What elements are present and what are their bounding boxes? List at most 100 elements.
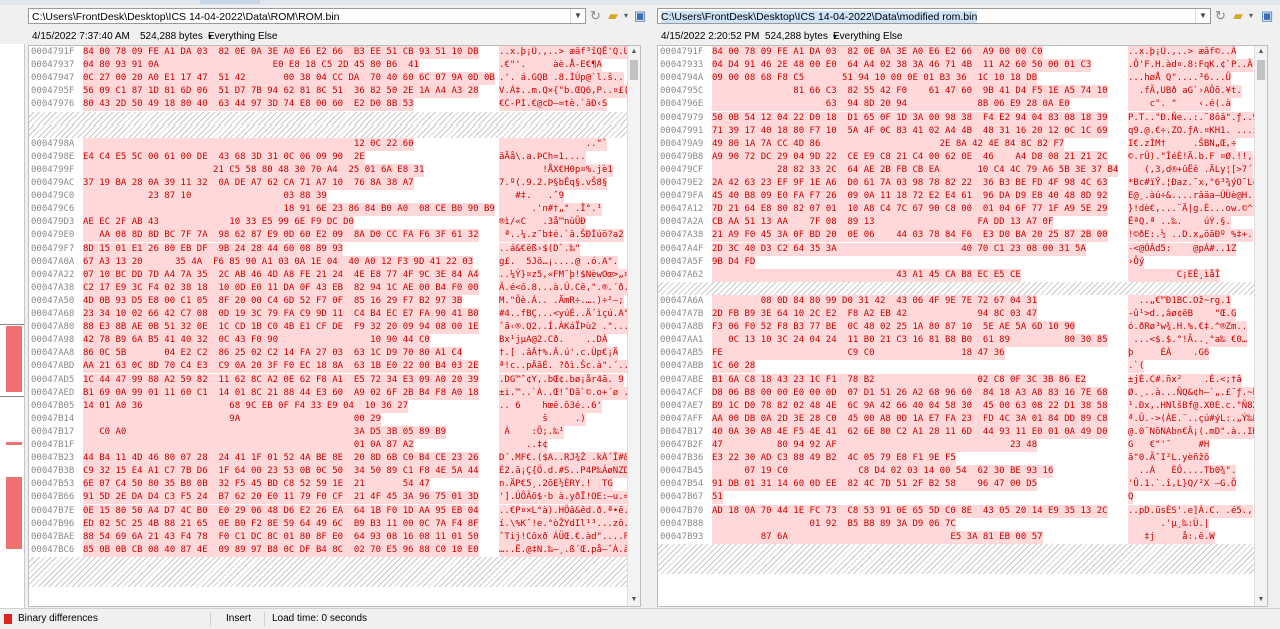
hex-row[interactable]: 00047B88 01 92 B5 B8 89 3A D9 06 7C .'µ¸… — [658, 517, 1255, 531]
row-bytes[interactable]: C9 32 15 E4 A1 C7 7B D6 1F 64 00 23 53 0… — [83, 465, 479, 479]
chevron-down-icon[interactable]: ▼ — [570, 9, 585, 23]
right-path-field[interactable]: C:\Users\FrontDesk\Desktop\ICS 14-04-202… — [657, 8, 1211, 24]
row-ascii[interactable]: ‡j å:.ë.W — [1128, 530, 1215, 544]
overview-gutter[interactable] — [0, 44, 25, 612]
row-ascii[interactable]: D´.MF€.($A..RJ¾Ž .kÀ´Î#& — [499, 452, 630, 466]
row-ascii[interactable]: ..¼Ý}¤z5,«FM¨þ!$NèwOœ>„¤ — [499, 268, 630, 282]
row-ascii[interactable]: š .) — [499, 412, 586, 426]
row-bytes[interactable]: 88 E3 8B AE 0B 51 32 0E 1C CD 1B C0 4B E… — [83, 321, 479, 335]
gutter-diff-block[interactable] — [6, 326, 22, 392]
row-ascii[interactable]: À :Õ;.‰¹ — [499, 425, 565, 439]
row-ascii[interactable]: .. 6 hœë.ô3é..6' — [499, 399, 602, 413]
hex-row[interactable]: 00047BC6 85 0B 0B CB 08 40 87 4E 09 89 97… — [29, 543, 630, 557]
row-ascii[interactable]: V.Á‡..m.Q×{"b.ŒQ6‚P..¤£( — [499, 85, 630, 99]
row-bytes[interactable]: 67 A3 13 20 35 4A F6 85 90 A1 03 0A 1E 0… — [83, 255, 474, 269]
row-bytes[interactable]: AD 18 0A 70 44 1E FC 73 C8 53 91 0E 65 5… — [712, 504, 1108, 518]
row-bytes[interactable]: 91 DB 01 31 14 60 0D EE 82 4C 7D 51 2F B… — [712, 478, 1038, 492]
row-bytes[interactable]: 01 92 B5 B8 89 3A D9 06 7C — [712, 517, 956, 531]
hex-row[interactable]: 00047A68 23 34 10 02 66 42 C7 08 0D 19 3C… — [29, 308, 630, 321]
hex-row[interactable]: 00047A4F 2D 3C 40 D3 C2 64 35 3A 40 70 C1… — [658, 242, 1255, 256]
row-ascii[interactable]: P.T.."Ð.Ñe..:.˜8ôâ".ƒ..9 — [1128, 111, 1259, 125]
row-bytes[interactable]: 88 54 69 6A 21 43 F4 78 F0 C1 DC 8C 01 8… — [83, 530, 479, 544]
scroll-up-icon[interactable]: ▲ — [1255, 46, 1267, 58]
chevron-down-icon[interactable]: ▼ — [1195, 9, 1210, 23]
hex-row[interactable]: 00047B23 44 B4 11 4D 46 80 07 28 24 41 1F… — [29, 452, 630, 466]
hex-row[interactable]: 00047AE7 B9 1C D0 78 82 02 48 4E 6C 9A 42… — [658, 399, 1259, 413]
open-folder-icon[interactable]: ▰ — [1233, 8, 1243, 24]
row-bytes[interactable]: 56 09 C1 87 1D 81 6D 06 51 D7 7B 94 62 8… — [83, 85, 479, 99]
hex-row[interactable]: 00047A2A CB AA 51 13 AA 7F 08 89 13 FA DD… — [658, 216, 1255, 230]
row-ascii[interactable]: ª!c..pÄãÉ. ?ðì.Šc.à".´.. — [499, 360, 630, 374]
hex-row[interactable]: 0004791F 84 00 78 09 FE A1 DA 03 82 0E 0A… — [29, 46, 630, 59]
hex-row[interactable]: 000479AC 37 19 BA 28 0A 39 11 32 0A DE A7… — [29, 177, 628, 190]
open-folder-icon[interactable]: ▰ — [608, 8, 618, 24]
hex-row[interactable]: 00047B05 14 01 A0 36 68 9C EB 0F F4 33 E9… — [29, 399, 628, 413]
row-bytes[interactable]: 9B D4 FD — [712, 255, 756, 269]
hex-row[interactable]: 00047A98 42 78 B9 6A B5 41 40 32 0C 43 F0… — [29, 334, 628, 348]
hex-row[interactable]: 00047A0A 67 A3 13 20 35 4A F6 85 90 A1 03… — [29, 255, 628, 269]
row-ascii[interactable]: !ÅX€H0p¤%.jè1 — [499, 163, 613, 177]
scroll-down-icon[interactable]: ▼ — [1255, 594, 1267, 606]
row-bytes[interactable]: 0C 27 00 20 A0 E1 17 47 51 42 00 38 04 C… — [83, 72, 495, 86]
row-ascii[interactable]: …..Ë.@‡N.‰—¸.ß´Œ.på–ˆÀ.à — [499, 543, 630, 557]
row-bytes[interactable]: 1C 60 28 — [712, 360, 756, 374]
row-ascii[interactable]: ..‡¢ — [499, 439, 548, 452]
row-ascii[interactable]: I€.zÌM† .ŠBN„Œ‚÷ — [1128, 137, 1237, 151]
row-bytes[interactable]: 1C 44 47 99 88 A2 59 82 11 62 8C A2 0E 6… — [83, 373, 479, 387]
hex-row[interactable]: 00047B70 AD 18 0A 70 44 1E FC 73 C8 53 91… — [658, 504, 1255, 518]
row-ascii[interactable]: ˆTij!Côxð ÁÜŒ.€.àd"....P — [499, 530, 630, 544]
scroll-down-icon[interactable]: ▼ — [628, 594, 640, 606]
row-bytes[interactable]: 87 6A E5 3A 81 EB 00 57 — [712, 530, 1043, 544]
hex-row[interactable]: 000479F7 8D 15 01 E1 26 80 EB DF 9B 24 28… — [29, 242, 628, 256]
scrollbar-thumb[interactable] — [1257, 60, 1265, 80]
save-icon[interactable]: ▣ — [634, 8, 646, 24]
row-ascii[interactable]: Ø.¸..à...ÑQ&¢h–`„.£¨ƒ.~h — [1128, 386, 1259, 400]
hex-row[interactable]: 00047A12 7D 21 64 E8 80 82 07 01 10 A8 C4… — [658, 203, 1259, 217]
hex-row[interactable]: 00047976 80 43 2D 50 49 18 80 40 63 44 97… — [29, 98, 628, 112]
row-bytes[interactable]: 07 10 BC DD 7D A4 7A 35 2C AB 46 4D A8 F… — [83, 268, 479, 282]
hex-row[interactable]: 00047979 50 0B 54 12 04 22 D0 18 D1 65 0F… — [658, 111, 1259, 125]
hex-row[interactable]: 00047AFF AA 00 DB 0A 2D 3E 28 C0 45 00 A8… — [658, 412, 1259, 426]
gutter-diff-block[interactable] — [6, 442, 22, 445]
row-ascii[interactable]: q9.@.€÷.ZO.ƒA.¤KH1. ...i — [1128, 124, 1259, 138]
row-bytes[interactable]: ED 02 5C 25 4B 88 21 65 0E B0 F2 8E 59 6… — [83, 517, 479, 531]
row-bytes[interactable]: 86 0C 5B 04 E2 C2 86 25 02 C2 14 FA 27 0… — [83, 347, 463, 361]
row-bytes[interactable]: 8D 15 01 E1 26 80 EB DF 9B 24 28 44 60 0… — [83, 242, 344, 256]
row-bytes[interactable]: 45 40 B8 09 E0 FA F7 26 09 0A 11 18 72 E… — [712, 190, 1108, 204]
row-bytes[interactable]: 23 87 10 03 88 39 — [83, 190, 327, 204]
row-bytes[interactable]: 04 D4 91 46 2E 48 00 E0 64 A4 02 38 3A 4… — [712, 59, 1092, 73]
row-bytes[interactable]: 51 — [712, 491, 723, 505]
hex-row[interactable]: 00047A50 4D 0B 93 D5 E8 00 C1 05 8F 20 00… — [29, 294, 628, 308]
row-ascii[interactable]: É2.ä¡Ç{Ö.d.#S..P4P‰ÁøNZD — [499, 465, 630, 479]
row-bytes[interactable]: 2D FB B9 3E 64 10 2C E2 F8 A2 EB 42 94 8… — [712, 308, 1038, 321]
row-ascii[interactable]: ËªQ.ª ..‰. úÝ.§. — [1128, 216, 1231, 230]
row-ascii[interactable]: ã"0.ÃˆI²L.yèñžõ — [1128, 452, 1210, 466]
row-ascii[interactable]: ..„€™Ð1BC.Ož~rg.1 — [1128, 294, 1231, 308]
hex-row[interactable]: 00047B54 91 DB 01 31 14 60 0D EE 82 4C 7D… — [658, 478, 1255, 492]
row-ascii[interactable]: .."` — [499, 137, 608, 151]
row-bytes[interactable]: 9A 00 29 — [83, 412, 382, 426]
row-ascii[interactable]: G €"'¯ #H — [1128, 439, 1210, 452]
hex-row[interactable]: 00047B14 9A 00 29 š .) — [29, 412, 628, 426]
row-ascii[interactable]: .€"'. àè.Å-E€¶A — [499, 59, 602, 73]
row-bytes[interactable]: 81 66 C3 82 55 42 F0 61 47 60 9B 41 D4 F… — [712, 85, 1108, 99]
hex-row[interactable]: 00047A62 43 A1 45 CA B8 EC E5 CE C¡EÊ¸ìå… — [658, 268, 1255, 282]
row-ascii[interactable]: ó.ðRø³w¾.H.%.€‡.^®Zm.. — [1128, 321, 1248, 335]
row-ascii[interactable]: ¹.Ðx‚.HNlšBf@.X0E.c."Ñ8X — [1128, 399, 1259, 413]
row-ascii[interactable]: .Ô'F.H.àd¤.8:FqK.¢`P..Ã — [1128, 59, 1253, 73]
row-bytes[interactable]: 18 91 6E 23 86 84 B0 A0 08 CE B0 90 B9 — [83, 203, 495, 217]
save-icon[interactable]: ▣ — [1261, 8, 1273, 24]
hex-row[interactable]: 00047A38 21 A9 F0 45 3A 0F BD 20 0E 06 44… — [658, 229, 1255, 243]
row-ascii[interactable]: í.\%Kˆ!e.°òŽYdIl¹³...zô. — [499, 517, 630, 531]
row-ascii[interactable]: .fÃ‚UBð aG`›AÔõ.¥t. — [1128, 85, 1242, 99]
hex-row[interactable]: 00047A38 C2 17 E9 3C F4 02 38 18 10 0D E0… — [29, 281, 630, 295]
hex-row[interactable]: 00047B3B C9 32 15 E4 A1 C7 7B D6 1F 64 00… — [29, 465, 630, 479]
row-bytes[interactable]: 40 0A 30 A8 4E F5 4E 41 62 6E 80 C2 A1 2… — [712, 425, 1108, 439]
row-bytes[interactable]: 01 0A 87 A2 — [83, 439, 414, 452]
row-bytes[interactable]: 43 A1 45 CA B8 EC E5 CE — [712, 268, 1021, 282]
hex-row[interactable]: 00047AB5 FE C9 C0 18 47 36 þ ÉÀ .G6 — [658, 347, 1255, 361]
row-ascii[interactable]: 'Û.1.`.î‚L}Q/²X –G.Õ — [1128, 478, 1237, 492]
left-vertical-scrollbar[interactable]: ▲ ▼ — [627, 46, 640, 606]
row-ascii[interactable]: ..á&€ëß›$(D`.‰" — [499, 242, 581, 256]
hex-row[interactable]: 0004799F 21 C5 58 80 48 30 70 A4 25 01 6… — [29, 163, 628, 177]
